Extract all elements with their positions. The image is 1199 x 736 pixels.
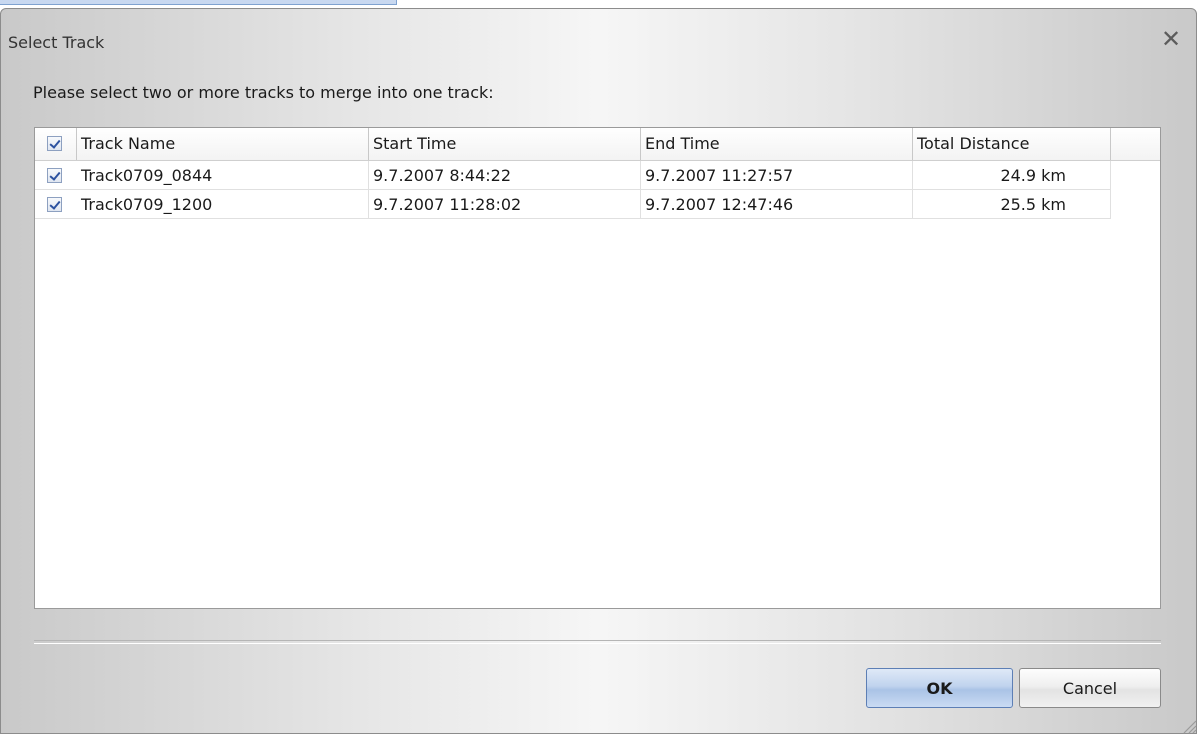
distance-cell: 25.5 km bbox=[913, 190, 1111, 219]
row-checkbox[interactable] bbox=[47, 168, 62, 183]
start-time-cell: 9.7.2007 8:44:22 bbox=[369, 161, 641, 190]
column-total-distance[interactable]: Total Distance bbox=[913, 128, 1111, 160]
row-check-cell bbox=[35, 190, 77, 219]
table-header: Track Name Start Time End Time Total Dis… bbox=[35, 128, 1160, 161]
resize-grip-icon[interactable] bbox=[1181, 718, 1197, 734]
cancel-button[interactable]: Cancel bbox=[1019, 668, 1161, 708]
end-time-cell: 9.7.2007 12:47:46 bbox=[641, 190, 913, 219]
distance-cell: 24.9 km bbox=[913, 161, 1111, 190]
row-check-cell bbox=[35, 161, 77, 190]
background-window-edge bbox=[0, 0, 397, 5]
instruction-text: Please select two or more tracks to merg… bbox=[33, 83, 494, 102]
ok-button[interactable]: OK bbox=[866, 668, 1013, 708]
column-track-name[interactable]: Track Name bbox=[77, 128, 369, 160]
track-name-cell: Track0709_1200 bbox=[77, 190, 369, 219]
track-name-cell: Track0709_0844 bbox=[77, 161, 369, 190]
column-start-time[interactable]: Start Time bbox=[369, 128, 641, 160]
select-all-header bbox=[35, 128, 77, 160]
close-icon[interactable]: ✕ bbox=[1159, 27, 1183, 51]
row-checkbox[interactable] bbox=[47, 197, 62, 212]
select-all-checkbox[interactable] bbox=[47, 136, 62, 151]
column-end-time[interactable]: End Time bbox=[641, 128, 913, 160]
divider bbox=[34, 640, 1161, 644]
start-time-cell: 9.7.2007 11:28:02 bbox=[369, 190, 641, 219]
dialog-title: Select Track bbox=[8, 33, 105, 52]
track-list: Track Name Start Time End Time Total Dis… bbox=[34, 127, 1161, 609]
end-time-cell: 9.7.2007 11:27:57 bbox=[641, 161, 913, 190]
